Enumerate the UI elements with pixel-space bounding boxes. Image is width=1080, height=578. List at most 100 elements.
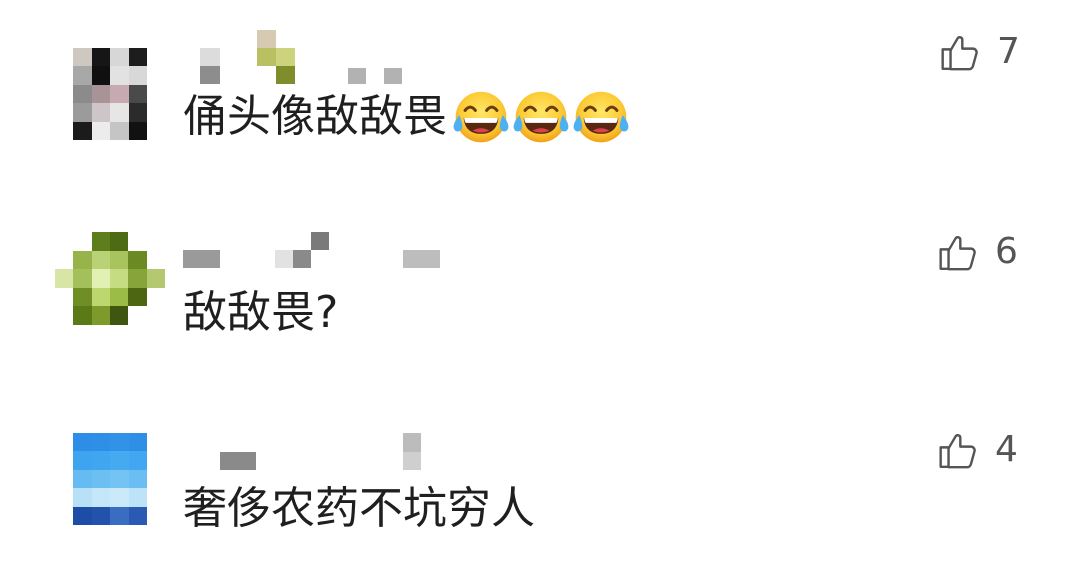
avatar-mosaic-pixel (73, 103, 92, 122)
username-mosaic-pixel (276, 66, 295, 84)
avatar-mosaic-pixel (147, 288, 165, 307)
username-mosaic-pixel (293, 250, 311, 268)
avatar-mosaic-pixel (91, 451, 110, 470)
avatar-mosaic-pixel (73, 287, 92, 307)
avatar-mosaic-pixel (128, 451, 147, 470)
thumbs-up-icon (939, 31, 981, 73)
avatar-mosaic-pixel (110, 269, 129, 288)
avatar-mosaic-pixel (110, 232, 129, 251)
avatar-mosaic-pixel (128, 488, 147, 507)
avatar-mosaic-pixel (128, 48, 147, 67)
like-button[interactable]: 7 (939, 30, 1020, 74)
avatar-mosaic-pixel (91, 269, 110, 288)
avatar-mosaic-pixel (128, 66, 147, 85)
avatar-mosaic-pixel (110, 287, 129, 307)
avatar-mosaic-pixel (73, 488, 92, 507)
comment-body: 敌敌畏? (183, 283, 342, 343)
comment-item: 俑头像敌敌畏 7 (0, 0, 1080, 196)
avatar-mosaic-pixel (147, 306, 165, 325)
avatar-mosaic-pixel (55, 232, 73, 251)
username-mosaic-pixel (257, 48, 276, 66)
avatar-mosaic-pixel (110, 121, 129, 140)
username-mosaic-pixel (403, 433, 421, 452)
avatar-mosaic-pixel (73, 48, 92, 67)
avatar-mosaic-pixel (91, 250, 110, 270)
avatar-mosaic-pixel (91, 48, 110, 67)
avatar-mosaic-pixel (55, 251, 73, 270)
comment-text: 敌敌畏? (183, 287, 339, 338)
username-mosaic-pixel (276, 48, 295, 66)
username-mosaic-pixel (275, 250, 293, 268)
username-mosaic-pixel (257, 30, 276, 48)
avatar-mosaic-pixel (110, 488, 129, 507)
avatar-mosaic-pixel (110, 469, 129, 489)
avatar-mosaic-pixel (110, 451, 129, 470)
avatar-mosaic-pixel (55, 306, 73, 325)
username-mosaic-pixel (200, 66, 220, 84)
comment-list: 俑头像敌敌畏 7 敌敌畏? 6 奢侈农药不坑穷人 4 (0, 0, 1080, 578)
username-mosaic-pixel (200, 48, 220, 66)
avatar-mosaic-pixel (91, 469, 110, 489)
avatar-mosaic-pixel (73, 506, 92, 525)
avatar-mosaic-pixel (128, 232, 146, 251)
avatar-mosaic-pixel (128, 250, 147, 270)
avatar-mosaic-pixel (110, 250, 129, 270)
thumbs-up-icon (937, 429, 979, 471)
comment-body: 奢侈农药不坑穷人 (183, 479, 539, 539)
avatar-mosaic-pixel (110, 306, 129, 325)
avatar-mosaic-pixel (73, 469, 92, 489)
avatar-mosaic-pixel (91, 84, 110, 104)
avatar-mosaic-pixel (147, 251, 165, 270)
avatar-mosaic-pixel (73, 250, 92, 270)
comment-body: 俑头像敌敌畏 (183, 87, 631, 147)
avatar-mosaic-pixel (128, 306, 146, 325)
username-mosaic-pixel (220, 452, 256, 470)
avatar-mosaic-pixel (128, 269, 147, 288)
avatar-mosaic-pixel (73, 232, 91, 251)
avatar-mosaic-pixel (128, 121, 147, 140)
avatar-mosaic-pixel (128, 506, 147, 525)
avatar-mosaic-pixel (73, 451, 92, 470)
username-mosaic-pixel (311, 232, 329, 250)
username-mosaic-pixel (403, 452, 421, 470)
like-count: 6 (995, 231, 1018, 272)
avatar-mosaic-pixel (91, 306, 110, 325)
avatar-mosaic-pixel (91, 103, 110, 122)
avatar-mosaic-pixel (128, 103, 147, 122)
avatar-mosaic-pixel (91, 488, 110, 507)
avatar-mosaic-pixel (110, 433, 129, 452)
avatar-mosaic-pixel (73, 306, 92, 325)
avatar-mosaic-pixel (55, 288, 73, 307)
tears-of-joy-emoji-icon (571, 87, 631, 147)
avatar-mosaic-pixel (91, 232, 110, 251)
comment-text: 奢侈农药不坑穷人 (183, 483, 535, 534)
avatar-mosaic-pixel (73, 433, 92, 452)
avatar-mosaic-pixel (73, 121, 92, 140)
avatar-mosaic-pixel (91, 121, 110, 140)
tears-of-joy-emoji-icon (451, 87, 511, 147)
comment-text: 俑头像敌敌畏 (183, 91, 447, 142)
like-count: 7 (997, 31, 1020, 72)
avatar[interactable] (73, 433, 147, 525)
tears-of-joy-emoji-icon (511, 87, 571, 147)
username-mosaic-pixel (403, 250, 440, 268)
avatar[interactable] (73, 48, 147, 140)
like-count: 4 (995, 429, 1018, 470)
like-button[interactable]: 6 (937, 230, 1018, 274)
avatar-mosaic-pixel (55, 269, 74, 288)
like-button[interactable]: 4 (937, 428, 1018, 472)
avatar-mosaic-pixel (128, 433, 147, 452)
avatar-mosaic-pixel (91, 506, 110, 525)
avatar-mosaic-pixel (110, 84, 129, 104)
comment-item: 奢侈农药不坑穷人 4 (0, 392, 1080, 578)
avatar-mosaic-pixel (73, 269, 92, 288)
avatar-mosaic-pixel (91, 66, 110, 85)
username-mosaic-pixel (183, 250, 220, 268)
avatar[interactable] (55, 232, 165, 325)
avatar-mosaic-pixel (110, 506, 129, 525)
avatar-mosaic-pixel (73, 66, 92, 85)
avatar-mosaic-pixel (128, 469, 147, 489)
thumbs-up-icon (937, 231, 979, 273)
avatar-mosaic-pixel (110, 66, 129, 85)
avatar-mosaic-pixel (147, 232, 165, 251)
